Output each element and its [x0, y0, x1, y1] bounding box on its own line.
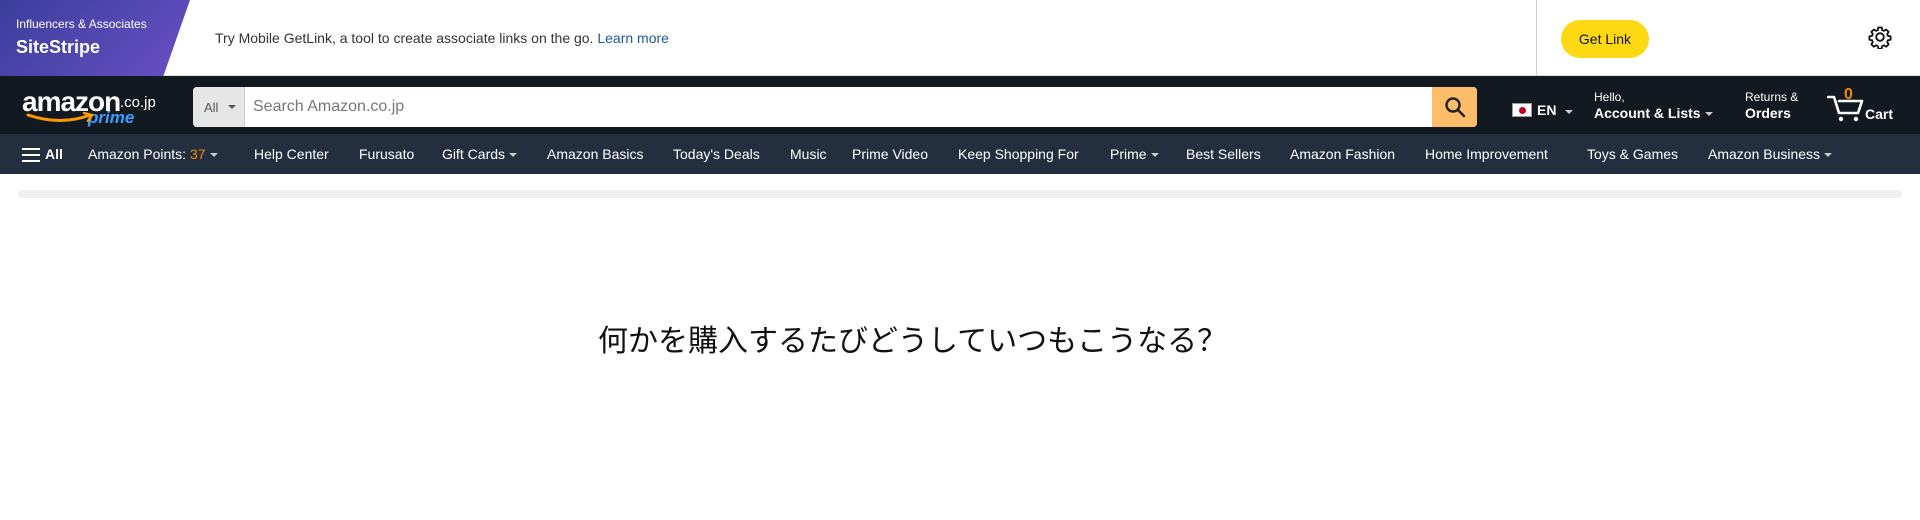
- cart-label: Cart: [1865, 106, 1894, 122]
- nav-amazon-fashion[interactable]: Amazon Fashion: [1290, 134, 1395, 174]
- sub-navbar: All Amazon Points: 37 Help Center Furusa…: [0, 134, 1920, 174]
- cart-link[interactable]: 0 Cart: [1825, 86, 1905, 126]
- nav-amazon-business[interactable]: Amazon Business: [1708, 134, 1833, 174]
- sitestripe-message-text: Try Mobile GetLink, a tool to create ass…: [215, 30, 594, 46]
- chevron-down-icon: [209, 153, 218, 158]
- nav-amazon-basics[interactable]: Amazon Basics: [547, 134, 643, 174]
- nav-all[interactable]: All: [45, 134, 63, 174]
- cart-count: 0: [1844, 86, 1853, 103]
- nav-todays-deals[interactable]: Today's Deals: [673, 134, 760, 174]
- account-lists-label: Account & Lists: [1594, 105, 1713, 121]
- nav-music[interactable]: Music: [790, 134, 827, 174]
- nav-help-center[interactable]: Help Center: [254, 134, 329, 174]
- search-bar: All: [193, 87, 1477, 127]
- japan-flag-icon[interactable]: [1512, 103, 1532, 117]
- search-icon: [1444, 97, 1465, 118]
- search-input[interactable]: [245, 87, 1425, 127]
- sitestripe-title: SiteStripe: [16, 37, 101, 57]
- content-top-bar: [18, 190, 1902, 198]
- get-link-button[interactable]: Get Link: [1561, 20, 1649, 58]
- nav-furusato[interactable]: Furusato: [359, 134, 414, 174]
- account-lists-menu[interactable]: Hello, Account & Lists: [1594, 90, 1713, 121]
- learn-more-link[interactable]: Learn more: [597, 30, 669, 46]
- nav-keep-shopping-for[interactable]: Keep Shopping For: [958, 134, 1079, 174]
- sitestripe-bar: Influencers & Associates SiteStripe Try …: [0, 0, 1920, 76]
- page-message: 何かを購入するたびどうしていつもこうなる？: [598, 324, 1228, 359]
- nav-toys-games[interactable]: Toys & Games: [1587, 134, 1678, 174]
- smile-icon: [26, 112, 95, 123]
- hamburger-menu-icon[interactable]: [22, 148, 40, 162]
- language-selector[interactable]: EN: [1537, 102, 1556, 118]
- nav-best-sellers[interactable]: Best Sellers: [1186, 134, 1261, 174]
- nav-prime[interactable]: Prime: [1110, 134, 1159, 174]
- chevron-down-icon: [228, 105, 236, 109]
- amazon-logo[interactable]: amazon .co.jp prime: [20, 86, 162, 127]
- returns-orders-link[interactable]: Returns & Orders: [1745, 90, 1798, 121]
- search-category-select[interactable]: All: [193, 87, 245, 127]
- main-navbar: amazon .co.jp prime All EN Hello, Accoun…: [0, 76, 1920, 134]
- chevron-down-icon: [1704, 112, 1713, 117]
- divider: [1536, 0, 1537, 76]
- sitestripe-subtitle: Influencers & Associates: [16, 17, 147, 31]
- search-button[interactable]: [1432, 87, 1477, 127]
- returns-label: Returns &: [1745, 90, 1799, 104]
- chevron-down-icon: [1565, 110, 1573, 114]
- orders-label: Orders: [1745, 105, 1791, 121]
- account-greeting: Hello,: [1594, 90, 1625, 104]
- sitestripe-badge: Influencers & Associates SiteStripe: [0, 0, 190, 76]
- search-category-label: All: [204, 100, 219, 115]
- gear-icon[interactable]: [1868, 25, 1892, 50]
- nav-gift-cards[interactable]: Gift Cards: [442, 134, 518, 174]
- nav-amazon-points[interactable]: Amazon Points: 37: [88, 134, 218, 174]
- sitestripe-message: Try Mobile GetLink, a tool to create ass…: [215, 30, 669, 46]
- chevron-down-icon: [1824, 153, 1833, 158]
- points-value: 37: [189, 146, 206, 162]
- nav-home-improvement[interactable]: Home Improvement: [1425, 134, 1548, 174]
- chevron-down-icon: [1150, 153, 1159, 158]
- nav-prime-video[interactable]: Prime Video: [852, 134, 928, 174]
- chevron-down-icon: [509, 153, 518, 158]
